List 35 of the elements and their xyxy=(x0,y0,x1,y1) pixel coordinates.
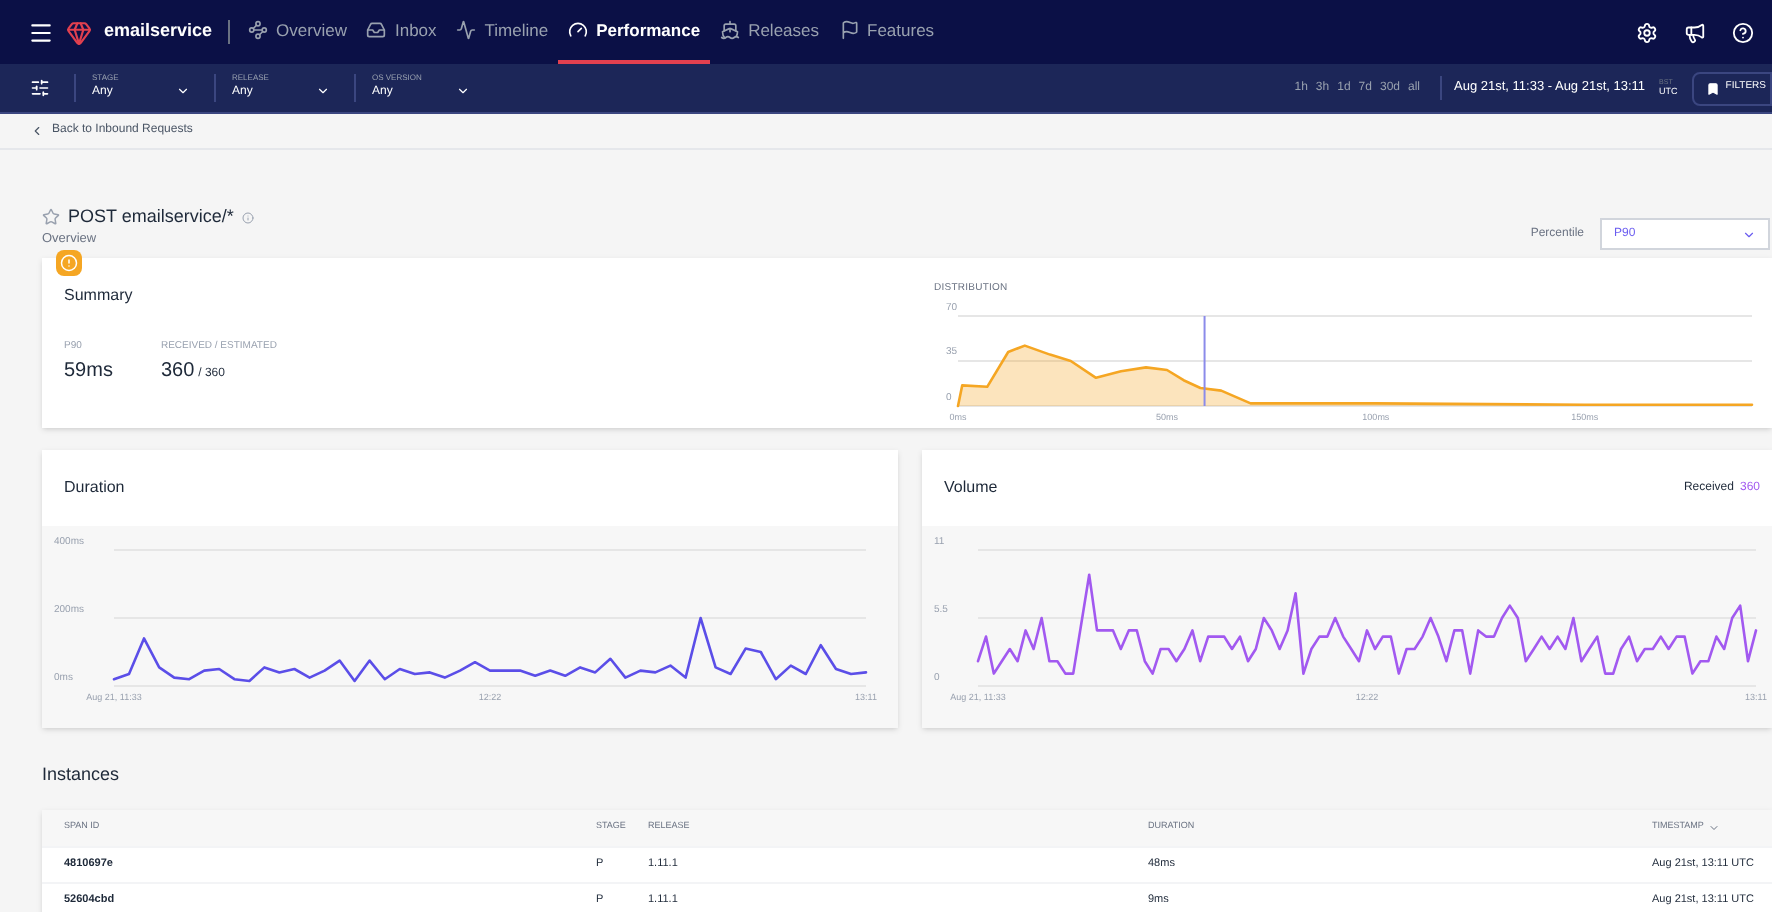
info-icon xyxy=(241,211,254,223)
caret-icon xyxy=(456,84,470,99)
megaphone-icon[interactable] xyxy=(1684,21,1706,43)
inbox-icon xyxy=(366,20,387,40)
flag-icon xyxy=(839,20,859,40)
gem-logo-icon xyxy=(66,19,92,45)
metric-value: 59ms xyxy=(64,357,113,385)
nav-tab[interactable]: Inbox xyxy=(356,0,447,64)
chevron-left-icon xyxy=(30,124,44,138)
metric-value: 360 xyxy=(160,357,195,385)
card-title: Summary xyxy=(64,284,135,308)
card-title: Volume xyxy=(944,476,1000,500)
percentile-marker xyxy=(1203,314,1206,406)
nav-tab[interactable]: Releases xyxy=(710,0,829,64)
caret-icon xyxy=(1742,227,1756,241)
ship-icon xyxy=(720,20,741,40)
card-title: Duration xyxy=(64,476,125,500)
menu-icon[interactable] xyxy=(28,19,54,45)
gauge-icon xyxy=(568,20,589,40)
nav-tab[interactable]: Overview xyxy=(238,0,357,64)
settings-icon[interactable] xyxy=(1636,21,1658,43)
page-title: POST emailservice/* xyxy=(68,203,234,230)
nodes-icon xyxy=(248,20,269,40)
bookmark-icon xyxy=(1705,81,1720,95)
sort-icon xyxy=(1707,821,1720,833)
help-icon[interactable] xyxy=(1732,21,1754,43)
caret-icon xyxy=(316,84,330,99)
nav-tab[interactable]: Timeline xyxy=(446,0,559,64)
star-icon[interactable] xyxy=(42,208,60,226)
caret-icon xyxy=(176,84,190,99)
nav-tab[interactable]: Features xyxy=(829,0,945,64)
app-name[interactable]: emailservice xyxy=(104,18,213,46)
pulse-icon xyxy=(456,20,477,40)
section-title: Instances xyxy=(42,762,122,788)
sliders-icon[interactable] xyxy=(30,78,50,98)
